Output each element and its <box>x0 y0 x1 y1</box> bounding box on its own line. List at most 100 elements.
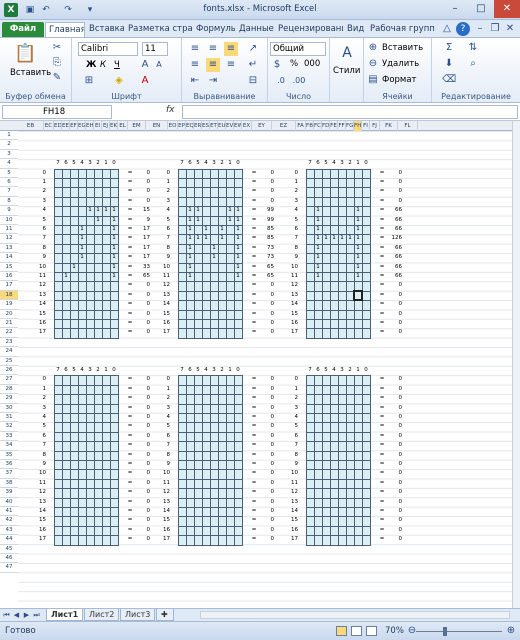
row-header-27[interactable]: 27 <box>0 375 18 385</box>
bit-cell-set[interactable]: 1 <box>210 253 218 262</box>
column-header-ev[interactable]: EV <box>226 121 234 131</box>
grow-font-icon[interactable]: A <box>138 58 152 72</box>
row-header-46[interactable]: 46 <box>0 554 18 564</box>
decrease-decimal-icon[interactable]: .00 <box>292 74 306 88</box>
sheet-tab-3[interactable]: Лист3 <box>120 609 156 621</box>
bit-cell-set[interactable]: 1 <box>314 253 322 262</box>
row-header-42[interactable]: 42 <box>0 516 18 526</box>
tab-file[interactable]: Файл <box>2 22 44 37</box>
bit-cell-set[interactable]: 1 <box>70 263 78 272</box>
column-header-eq[interactable]: EQ <box>186 121 194 131</box>
bit-cell-set[interactable]: 1 <box>186 263 194 272</box>
zoom-slider[interactable] <box>416 631 502 632</box>
row-header-1[interactable]: 1 <box>0 131 18 141</box>
name-box[interactable]: FH18 <box>2 105 112 119</box>
close-icon[interactable]: ✕ <box>494 0 520 18</box>
bit-cell-set[interactable]: 1 <box>110 216 118 225</box>
vertical-scrollbar[interactable] <box>512 121 520 608</box>
column-header-fi[interactable]: FI <box>362 121 370 131</box>
row-header-11[interactable]: 11 <box>0 225 18 235</box>
increase-indent-icon[interactable]: ⇥ <box>206 74 220 88</box>
row-header-5[interactable]: 5 <box>0 169 18 178</box>
thousands-button[interactable]: 000 <box>304 59 320 69</box>
row-header-12[interactable]: 12 <box>0 234 18 244</box>
row-header-20[interactable]: 20 <box>0 310 18 319</box>
column-header-fc[interactable]: FC <box>314 121 322 131</box>
bit-cell-set[interactable]: 1 <box>186 253 194 262</box>
bit-cell-set[interactable]: 1 <box>86 206 94 215</box>
row-header-10[interactable]: 10 <box>0 216 18 225</box>
bit-cell-set[interactable]: 1 <box>234 216 242 225</box>
bold-button[interactable]: Ж <box>86 60 96 70</box>
bit-cell-set[interactable]: 1 <box>314 263 322 272</box>
column-header-ex[interactable]: EX <box>242 121 252 131</box>
horizontal-scrollbar[interactable] <box>200 611 510 619</box>
bit-cell-set[interactable]: 1 <box>234 253 242 262</box>
column-header-es[interactable]: ES <box>202 121 210 131</box>
page-break-view-icon[interactable] <box>366 626 377 636</box>
bit-cell-set[interactable]: 1 <box>314 234 322 243</box>
column-header-fb[interactable]: FB <box>306 121 314 131</box>
cell-area[interactable]: 7 6 5 4 3 2 1 0 0 = 0 1 = 0 2 = 0 3 = 0 4 1 1 1 1 = 15 5 1 1 = 9 6 1 1 = 17 7… <box>18 131 512 608</box>
insert-cells-button[interactable]: Вставить <box>382 43 423 53</box>
fill-color-icon[interactable]: ◈ <box>112 74 126 88</box>
bit-cell-set[interactable]: 1 <box>202 225 210 234</box>
bit-cell-set[interactable]: 1 <box>346 234 354 243</box>
column-header-ep[interactable]: EP <box>178 121 186 131</box>
column-header-ey[interactable]: EY <box>252 121 272 131</box>
row-header-13[interactable]: 13 <box>0 244 18 254</box>
row-header-38[interactable]: 38 <box>0 479 18 489</box>
doc-restore-icon[interactable]: ❐ <box>488 22 502 36</box>
format-cells-icon[interactable]: ▤ <box>366 73 380 87</box>
bit-cell-set[interactable]: 1 <box>186 244 194 253</box>
find-select-icon[interactable]: ⌕ <box>466 57 480 71</box>
row-header-33[interactable]: 33 <box>0 432 18 442</box>
bit-cell-set[interactable]: 1 <box>210 244 218 253</box>
align-left-icon[interactable]: ≡ <box>188 58 202 72</box>
column-header-et[interactable]: ET <box>210 121 218 131</box>
currency-icon[interactable]: $ <box>270 58 284 72</box>
bit-cell-set[interactable]: 1 <box>354 253 362 262</box>
column-header-eh[interactable]: EH <box>86 121 94 131</box>
column-header-er[interactable]: ER <box>194 121 202 131</box>
bit-cell-set[interactable]: 1 <box>78 244 86 253</box>
row-header-28[interactable]: 28 <box>0 385 18 395</box>
insert-function-icon[interactable]: fx <box>166 105 175 115</box>
text-orientation-icon[interactable]: ↗ <box>246 42 260 56</box>
column-header-ew[interactable]: EW <box>234 121 242 131</box>
row-header-6[interactable]: 6 <box>0 178 18 188</box>
bit-cell-set[interactable]: 1 <box>314 272 322 281</box>
column-header-ef[interactable]: EF <box>70 121 78 131</box>
copy-icon[interactable]: ⎘ <box>50 56 64 70</box>
column-header-fe[interactable]: FE <box>330 121 338 131</box>
styles-icon[interactable]: A <box>338 44 356 62</box>
bit-cell-set[interactable]: 1 <box>102 206 110 215</box>
bit-cell-set[interactable]: 1 <box>202 234 210 243</box>
bit-cell-set[interactable]: 1 <box>218 234 226 243</box>
bit-cell-set[interactable]: 1 <box>110 263 118 272</box>
font-color-icon[interactable]: A <box>138 74 152 88</box>
formula-input[interactable] <box>182 105 518 119</box>
insert-cells-icon[interactable]: ⊕ <box>366 41 380 55</box>
zoom-in-icon[interactable]: ⊕ <box>504 624 518 638</box>
bit-cell-set[interactable]: 1 <box>234 244 242 253</box>
row-header-35[interactable]: 35 <box>0 451 18 460</box>
column-header-fh[interactable]: FH <box>354 121 362 131</box>
font-name-select[interactable]: Calibri <box>78 42 138 56</box>
delete-cells-icon[interactable]: ⊖ <box>366 57 380 71</box>
italic-button[interactable]: К <box>100 60 106 70</box>
row-header-30[interactable]: 30 <box>0 404 18 413</box>
paste-button[interactable]: Вставить <box>10 68 51 78</box>
bit-cell-set[interactable]: 1 <box>78 253 86 262</box>
tab-home[interactable]: Главная <box>45 22 85 37</box>
bit-cell-set[interactable]: 1 <box>234 225 242 234</box>
bit-cell-set[interactable]: 1 <box>194 234 202 243</box>
first-sheet-icon[interactable]: ⏮ <box>2 610 11 620</box>
row-header-16[interactable]: 16 <box>0 272 18 282</box>
ribbon-collapse-icon[interactable]: △ <box>440 22 454 36</box>
minimize-icon[interactable]: – <box>442 0 468 18</box>
bit-cell-set[interactable]: 1 <box>94 216 102 225</box>
column-header-fd[interactable]: FD <box>322 121 330 131</box>
styles-button[interactable]: Стили <box>333 66 360 76</box>
bit-cell-set[interactable]: 1 <box>234 263 242 272</box>
